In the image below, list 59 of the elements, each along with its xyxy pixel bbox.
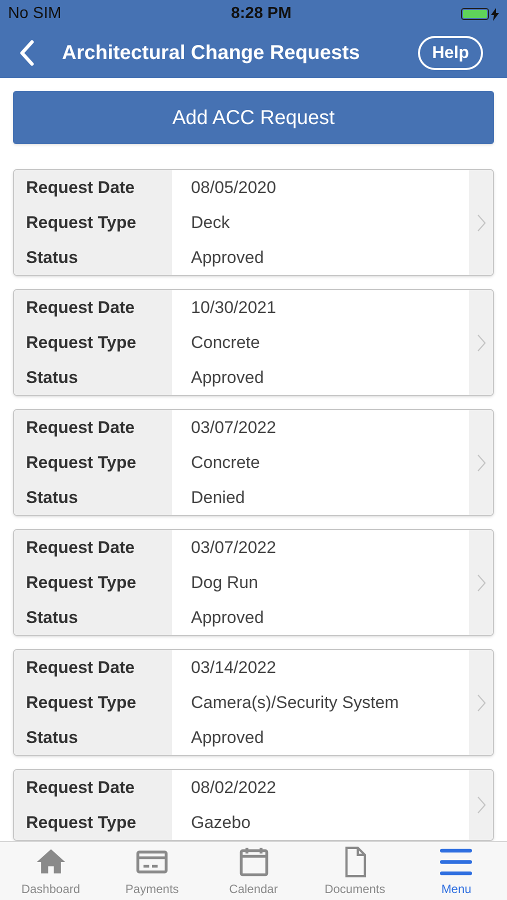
back-icon xyxy=(19,40,35,66)
request-card[interactable]: Request Date 03/07/2022 Request Type Dog Run Status Approved xyxy=(13,529,494,636)
field-value: Gazebo xyxy=(191,812,251,832)
field-label: Request Date xyxy=(26,538,135,558)
field-label: Request Date xyxy=(26,298,135,318)
clock-text: 8:28 PM xyxy=(230,4,292,24)
chevron-right-icon xyxy=(476,574,486,592)
field-value: Denied xyxy=(191,488,245,508)
charging-icon xyxy=(491,8,499,20)
request-card[interactable]: Request Date 03/07/2022 Request Type Concrete Status Denied xyxy=(13,409,494,516)
battery-icon xyxy=(461,8,489,20)
field-label: Request Date xyxy=(26,778,135,798)
chevron-right-icon xyxy=(476,214,486,232)
field-label: Request Date xyxy=(26,418,135,438)
help-button[interactable]: Help xyxy=(418,36,483,70)
field-label: Status xyxy=(26,248,78,268)
carrier-text: No SIM xyxy=(8,4,62,24)
page-title: Architectural Change Requests xyxy=(61,41,361,66)
request-card[interactable]: Request Date 03/14/2022 Request Type Camera(s)/Security System Status Approved xyxy=(13,649,494,756)
field-value: Approved xyxy=(191,248,264,268)
field-label: Request Type xyxy=(26,332,136,352)
chevron-right-icon xyxy=(476,796,486,814)
field-label: Request Date xyxy=(26,178,135,198)
tab-bar-item[interactable]: Dashboard xyxy=(0,842,102,900)
request-card[interactable]: Request Date 08/02/2022 Request Type Gazebo xyxy=(13,769,494,841)
field-value: 10/30/2021 xyxy=(191,298,276,318)
field-value: Concrete xyxy=(191,452,260,472)
tab-bar-item[interactable]: Menu xyxy=(406,842,507,900)
field-label: Request Type xyxy=(26,452,136,472)
field-value: 03/14/2022 xyxy=(191,658,276,678)
tab-bar-item[interactable]: Calendar xyxy=(202,842,304,900)
field-label: Request Type xyxy=(26,572,136,592)
request-card[interactable]: Request Date 08/05/2020 Request Type Deck Status Approved xyxy=(13,169,494,276)
field-label: Status xyxy=(26,728,78,748)
field-value: Approved xyxy=(191,368,264,388)
field-label: Request Date xyxy=(26,658,135,678)
field-value: 08/05/2020 xyxy=(191,178,276,198)
tab-bar-item[interactable]: Payments xyxy=(101,842,203,900)
chevron-right-icon xyxy=(476,334,486,352)
request-card[interactable]: Request Date 10/30/2021 Request Type Concrete Status Approved xyxy=(13,289,494,396)
field-value: 03/07/2022 xyxy=(191,538,276,558)
field-label: Request Type xyxy=(26,212,136,232)
field-value: Concrete xyxy=(191,332,260,352)
tab-bar-item[interactable]: Documents xyxy=(304,842,406,900)
field-label: Status xyxy=(26,488,78,508)
field-value: Camera(s)/Security System xyxy=(191,692,399,712)
field-value: Approved xyxy=(191,608,264,628)
chevron-right-icon xyxy=(476,694,486,712)
field-value: Dog Run xyxy=(191,572,258,592)
field-value: 03/07/2022 xyxy=(191,418,276,438)
add-request-button[interactable]: Add ACC Request xyxy=(13,91,494,144)
field-label: Request Type xyxy=(26,692,136,712)
chevron-right-icon xyxy=(476,454,486,472)
field-value: 08/02/2022 xyxy=(191,778,276,798)
field-value: Approved xyxy=(191,728,264,748)
field-label: Request Type xyxy=(26,812,136,832)
field-value: Deck xyxy=(191,212,230,232)
field-label: Status xyxy=(26,608,78,628)
field-label: Status xyxy=(26,368,78,388)
